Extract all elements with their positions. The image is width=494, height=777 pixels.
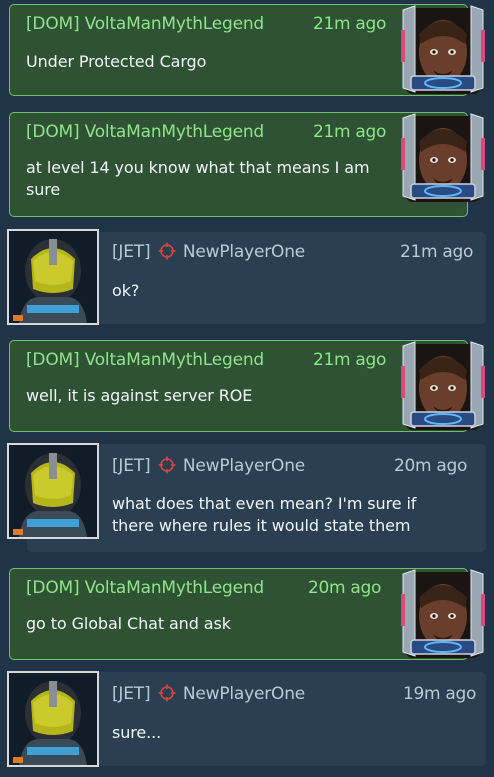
timestamp: 20m ago [308,578,382,598]
player-name[interactable]: VoltaManMythLegend [85,578,265,598]
alliance-tag[interactable]: [DOM] [26,122,80,142]
alliance-tag[interactable]: [DOM] [26,578,80,598]
message-text: at level 14 you know what that means I a… [26,158,370,199]
message-text: go to Global Chat and ask [26,614,231,633]
player-name[interactable]: VoltaManMythLegend [85,350,265,370]
message-header: [JET] NewPlayerOne [112,684,305,704]
avatar[interactable] [397,112,489,206]
alliance-tag[interactable]: [JET] [112,684,151,704]
timestamp: 21m ago [313,350,387,370]
chat-message: [DOM] VoltaManMythLegend 21m ago well, i… [0,336,494,436]
alliance-tag[interactable]: [JET] [112,242,151,262]
player-name[interactable]: VoltaManMythLegend [85,122,265,142]
avatar[interactable] [7,229,99,325]
message-text: Under Protected Cargo [26,52,207,71]
avatar[interactable] [7,443,99,539]
player-name[interactable]: VoltaManMythLegend [85,14,265,34]
timestamp: 20m ago [394,456,468,476]
alliance-tag[interactable]: [DOM] [26,350,80,370]
message-header: [JET] NewPlayerOne [112,456,305,476]
crosshair-icon [158,242,176,260]
player-name[interactable]: NewPlayerOne [183,242,305,262]
message-header: [DOM] VoltaManMythLegend [26,578,264,598]
avatar[interactable] [397,568,489,662]
chat-message: [DOM] VoltaManMythLegend 21m ago at leve… [0,108,494,220]
message-text: ok? [112,281,140,300]
chat-message: [DOM] VoltaManMythLegend 20m ago go to G… [0,564,494,664]
message-text: sure... [112,723,162,742]
message-text: what does that even mean? I'm sure if th… [112,494,417,535]
avatar[interactable] [7,671,99,767]
timestamp: 21m ago [313,122,387,142]
alliance-tag[interactable]: [JET] [112,456,151,476]
message-header: [JET] NewPlayerOne [112,242,305,262]
player-name[interactable]: NewPlayerOne [183,684,305,704]
crosshair-icon [158,456,176,474]
timestamp: 19m ago [403,684,477,704]
message-text: well, it is against server ROE [26,386,253,405]
player-name[interactable]: NewPlayerOne [183,456,305,476]
avatar[interactable] [397,4,489,98]
chat-message: [JET] NewPlayerOne 21m ago ok? [0,228,494,332]
message-header: [DOM] VoltaManMythLegend [26,122,264,142]
chat-message: [DOM] VoltaManMythLegend 21m ago Under P… [0,0,494,100]
message-header: [DOM] VoltaManMythLegend [26,350,264,370]
avatar[interactable] [397,340,489,434]
crosshair-icon [158,684,176,702]
chat-message: [JET] NewPlayerOne 20m ago what does tha… [0,440,494,554]
timestamp: 21m ago [400,242,474,262]
timestamp: 21m ago [313,14,387,34]
chat-message: [JET] NewPlayerOne 19m ago sure... [0,668,494,774]
alliance-tag[interactable]: [DOM] [26,14,80,34]
message-header: [DOM] VoltaManMythLegend [26,14,264,34]
